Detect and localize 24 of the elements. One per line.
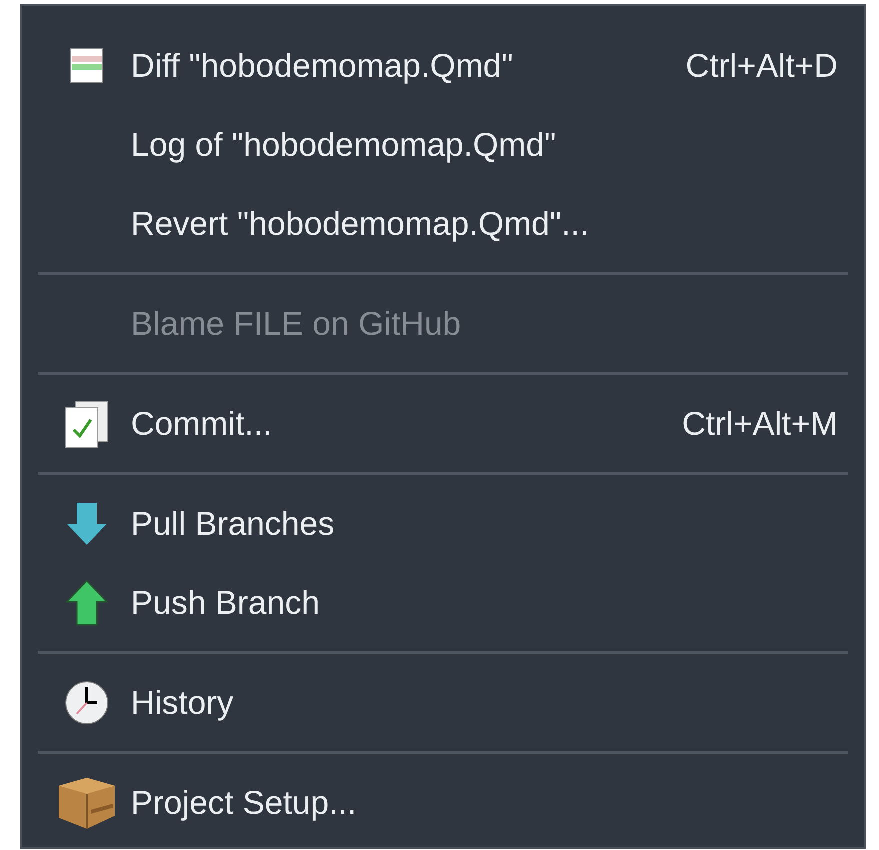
menu-item-label: Project Setup...	[131, 782, 357, 823]
shortcut-label: Ctrl+Alt+M	[682, 404, 838, 444]
checked-document-icon	[64, 400, 110, 448]
menu-item[interactable]: Log of "hobodemomap.Qmd"	[22, 105, 864, 184]
menu-item-label: Log of "hobodemomap.Qmd"	[131, 124, 556, 165]
menu-item[interactable]: Pull Branches	[22, 484, 864, 563]
menu-item[interactable]: Project Setup...	[22, 763, 864, 842]
menu-item-label: Push Branch	[131, 582, 320, 623]
shortcut-label: Ctrl+Alt+D	[686, 46, 838, 86]
menu-item[interactable]: Revert "hobodemomap.Qmd"...	[22, 184, 864, 263]
menu-item[interactable]: Commit... Ctrl+Alt+M	[22, 384, 864, 463]
diff-icon	[70, 48, 104, 84]
clock-icon	[64, 680, 108, 724]
menu-item-label: Diff "hobodemomap.Qmd"	[131, 46, 514, 86]
menu-item-label: Commit...	[131, 404, 272, 444]
menu-item-label: History	[131, 682, 234, 723]
arrow-up-icon	[66, 580, 108, 626]
menu-item[interactable]: Push Branch	[22, 563, 864, 642]
arrow-down-icon	[66, 502, 108, 546]
menu-item[interactable]: History	[22, 663, 864, 742]
menu-item-label: Revert "hobodemomap.Qmd"...	[131, 204, 590, 244]
menu-item-label: Blame FILE on GitHub	[131, 304, 462, 344]
menu-item[interactable]: Diff "hobodemomap.Qmd" Ctrl+Alt+D	[22, 26, 864, 105]
menu-item-label: Pull Branches	[131, 504, 335, 544]
